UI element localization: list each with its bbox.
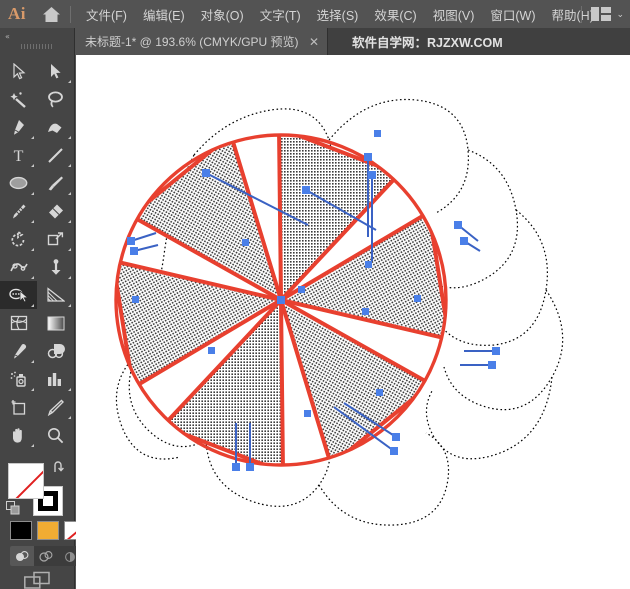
menu-object[interactable]: 对象(O)	[193, 0, 252, 28]
draw-normal-mode[interactable]	[10, 546, 34, 566]
lasso-tool[interactable]	[37, 85, 74, 113]
scale-tool[interactable]	[37, 225, 74, 253]
hand-tool[interactable]	[0, 421, 37, 449]
default-fill-stroke-icon[interactable]	[6, 501, 21, 521]
menu-type[interactable]: 文字(T)	[252, 0, 309, 28]
menu-edit[interactable]: 编辑(E)	[135, 0, 193, 28]
menu-bar: Ai 文件(F) 编辑(E) 对象(O) 文字(T) 选择(S) 效果(C) 视…	[0, 0, 630, 28]
gradient-tool[interactable]	[37, 309, 74, 337]
toolbar-drag-grip[interactable]	[21, 44, 53, 49]
tool-flyout-corner	[31, 276, 34, 279]
zoom-tool[interactable]	[37, 421, 74, 449]
tool-flyout-corner	[68, 164, 71, 167]
menu-window[interactable]: 窗口(W)	[482, 0, 543, 28]
document-tab[interactable]: 未标题-1* @ 193.6% (CMYK/GPU 预览) ✕	[75, 28, 328, 55]
swatch-black[interactable]	[10, 521, 32, 540]
swap-fill-stroke-icon[interactable]	[53, 461, 66, 478]
shape-builder-tool[interactable]	[0, 281, 37, 309]
toolbar-header: «	[0, 28, 75, 55]
draw-behind-mode[interactable]	[34, 546, 58, 566]
tool-flyout-corner	[68, 304, 71, 307]
fill-swatch[interactable]	[8, 463, 44, 499]
color-swatch-row	[10, 521, 86, 540]
tool-flyout-corner	[31, 248, 34, 251]
illustrator-window: Ai 文件(F) 编辑(E) 对象(O) 文字(T) 选择(S) 效果(C) 视…	[0, 0, 630, 589]
artboard-canvas[interactable]	[76, 55, 630, 589]
eyedropper-tool[interactable]	[0, 337, 37, 365]
workspace-switcher-icon[interactable]	[591, 7, 612, 21]
rotate-tool[interactable]	[0, 225, 37, 253]
document-tab-label: 未标题-1* @ 193.6% (CMYK/GPU 预览)	[85, 35, 299, 49]
eraser-tool[interactable]	[37, 197, 74, 225]
perspective-grid-tool[interactable]	[37, 281, 74, 309]
ai-logo: Ai	[8, 4, 26, 23]
menubar-right-controls: ⌄	[581, 0, 624, 28]
column-graph-tool[interactable]	[37, 365, 74, 393]
direct-selection-tool[interactable]	[37, 57, 74, 85]
tools-panel: T	[0, 55, 86, 589]
menu-divider	[70, 5, 71, 23]
tool-flyout-corner	[31, 304, 34, 307]
blend-tool[interactable]	[37, 337, 74, 365]
close-icon[interactable]: ✕	[308, 35, 321, 49]
collapse-panel-icon[interactable]: «	[5, 32, 10, 41]
tool-flyout-corner	[31, 388, 34, 391]
menu-view[interactable]: 视图(V)	[425, 0, 483, 28]
curvature-tool[interactable]	[37, 113, 74, 141]
menu-select[interactable]: 选择(S)	[309, 0, 367, 28]
tool-flyout-corner	[31, 136, 34, 139]
none-slash-icon	[11, 464, 43, 498]
tool-flyout-corner	[68, 220, 71, 223]
slice-tool[interactable]	[37, 393, 74, 421]
selection-tool[interactable]	[0, 57, 37, 85]
tool-flyout-corner	[31, 360, 34, 363]
mesh-tool[interactable]	[0, 309, 37, 337]
menu-items: 文件(F) 编辑(E) 对象(O) 文字(T) 选择(S) 效果(C) 视图(V…	[78, 0, 602, 28]
paintbrush-tool[interactable]	[37, 169, 74, 197]
chevron-down-icon[interactable]: ⌄	[616, 9, 624, 19]
tool-grid: T	[0, 57, 75, 449]
artboard-tool[interactable]	[0, 393, 37, 421]
fill-stroke-controls	[6, 461, 66, 516]
tool-flyout-corner	[68, 192, 71, 195]
line-segment-tool[interactable]	[37, 141, 74, 169]
width-tool[interactable]	[0, 253, 37, 281]
tool-flyout-corner	[68, 416, 71, 419]
magic-wand-tool[interactable]	[0, 85, 37, 113]
symbol-sprayer-tool[interactable]	[0, 365, 37, 393]
menu-file[interactable]: 文件(F)	[78, 0, 135, 28]
tool-flyout-corner	[68, 248, 71, 251]
camera-aperture-shutter-artwork	[114, 98, 564, 526]
free-transform-tool[interactable]	[37, 253, 74, 281]
tool-flyout-corner	[68, 136, 71, 139]
screen-mode-icon[interactable]	[24, 571, 52, 589]
ellipse-tool[interactable]	[0, 169, 37, 197]
tool-flyout-corner	[68, 388, 71, 391]
type-tool[interactable]: T	[0, 141, 37, 169]
swatch-gold[interactable]	[37, 521, 59, 540]
watermark-text: 软件自学网：RJZXW.COM	[352, 36, 503, 50]
right-divider	[581, 5, 583, 23]
svg-text:T: T	[14, 148, 24, 164]
tool-flyout-corner	[68, 276, 71, 279]
drawing-mode-group	[10, 546, 82, 566]
pen-tool[interactable]	[0, 113, 37, 141]
tool-flyout-corner	[31, 192, 34, 195]
menu-effect[interactable]: 效果(C)	[366, 0, 424, 28]
document-tab-bar: « 未标题-1* @ 193.6% (CMYK/GPU 预览) ✕ 软件自学网：…	[0, 28, 630, 55]
shaper-tool[interactable]	[0, 197, 37, 225]
tool-flyout-corner	[68, 80, 71, 83]
tool-flyout-corner	[31, 220, 34, 223]
home-icon[interactable]	[34, 0, 68, 28]
tool-flyout-corner	[31, 164, 34, 167]
tool-flyout-corner	[31, 444, 34, 447]
